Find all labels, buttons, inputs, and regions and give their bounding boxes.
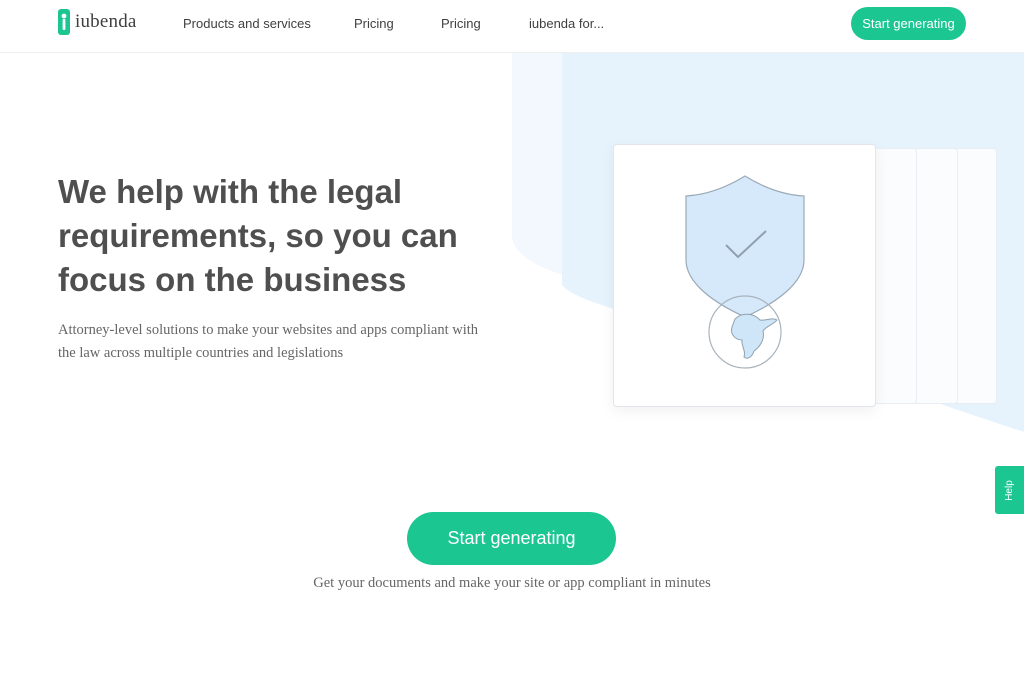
top-navigation: iubenda Products and services Pricing Pr…: [0, 0, 1024, 53]
shield-check-icon: [685, 175, 805, 369]
logo-text: iubenda: [75, 11, 137, 32]
nav-iubenda-for[interactable]: iubenda for...: [529, 16, 604, 31]
logo-keyhole-icon: [58, 9, 70, 35]
document-illustration-card: [613, 144, 876, 407]
hero-subtitle: Attorney-level solutions to make your we…: [58, 322, 479, 361]
help-tab-label: Help: [1003, 479, 1015, 501]
nav-pricing[interactable]: Pricing: [354, 16, 394, 31]
hero-title: We help with the legal requirements, so …: [58, 173, 458, 298]
nav-products-and-services[interactable]: Products and services: [183, 16, 311, 31]
start-generating-button[interactable]: Start generating: [407, 512, 616, 565]
nav-pricing-secondary[interactable]: Pricing: [441, 16, 481, 31]
header-start-generating-button[interactable]: Start generating: [851, 7, 966, 40]
help-tab-button[interactable]: Help: [995, 466, 1024, 514]
iubenda-logo[interactable]: iubenda: [58, 9, 137, 35]
cta-description: Get your documents and make your site or…: [313, 575, 711, 591]
